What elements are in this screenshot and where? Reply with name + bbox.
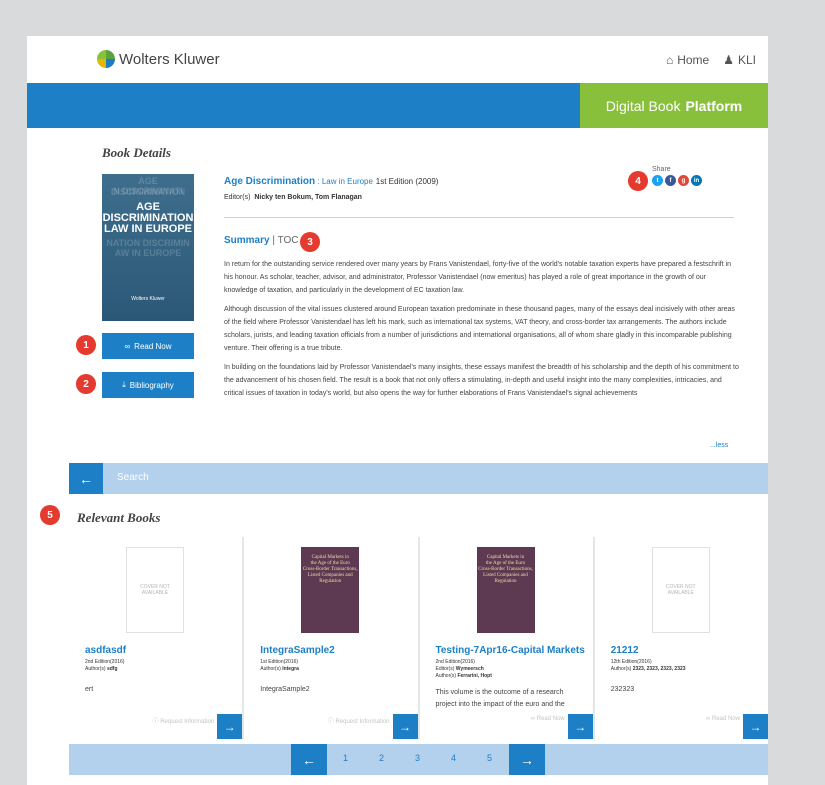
tab-summary[interactable]: Summary xyxy=(224,235,270,246)
prev-page-button[interactable]: ← xyxy=(291,744,327,775)
book-card-meta: 2nd Edition(2016) Editor(s) Wymeersch Au… xyxy=(435,659,492,679)
info-icon: ⓘ xyxy=(327,719,334,725)
tab-toc[interactable]: TOC xyxy=(278,235,299,246)
page-link[interactable]: 1 xyxy=(343,753,348,763)
book-card-meta: 1st Edition(2016) Author(s) Integra xyxy=(260,659,299,672)
book-cover-thumbnail: Capital Markets in the Age of the Euro C… xyxy=(476,547,535,633)
book-card-description: IntegraSample2 xyxy=(260,686,310,693)
share-widget: Share t f g in xyxy=(652,166,702,186)
cover-title-line: LAW IN EUROPE xyxy=(103,223,192,235)
book-cover[interactable]: AGE DISCRIMINATION N DISCRIMINATI AGE DI… xyxy=(102,174,194,321)
cover-placeholder: COVER NOT AVAILABLE xyxy=(126,547,184,633)
brand-name: Wolters Kluwer xyxy=(119,50,220,68)
request-information-link[interactable]: ⓘ Request Information xyxy=(153,716,215,725)
home-icon: ⌂ xyxy=(665,53,674,67)
divider xyxy=(224,217,734,218)
book-title-line: Age Discrimination : Law in Europe 1st E… xyxy=(224,176,439,187)
summary-paragraph: Although discussion of the vital issues … xyxy=(224,306,735,352)
read-now-link[interactable]: ∞ Read Now xyxy=(706,716,740,722)
callout-badge: 3 xyxy=(300,232,320,252)
read-now-button[interactable]: ∞ Read Now xyxy=(102,333,194,359)
glasses-icon: ∞ xyxy=(530,716,536,722)
header-band: Digital Book Platform xyxy=(27,83,768,128)
callout-badge: 4 xyxy=(628,171,648,191)
arrow-right-icon: → xyxy=(399,719,411,734)
bibliography-button[interactable]: ⤓ Bibliography xyxy=(102,372,194,398)
book-card-title[interactable]: asdfasdf xyxy=(85,645,126,656)
book-card-meta: 2nd Edition(2016) Author(s) sdfg xyxy=(85,659,125,672)
book-card[interactable]: COVER NOT AVAILABLE asdfasdf 2nd Edition… xyxy=(69,537,243,739)
cover-placeholder: COVER NOT AVAILABLE xyxy=(651,547,710,633)
arrow-right-icon: → xyxy=(749,719,762,734)
page-link[interactable]: 3 xyxy=(415,753,420,763)
arrow-right-icon: → xyxy=(223,719,236,734)
top-nav: ⌂ Home ♟ KLI xyxy=(666,53,756,67)
book-title[interactable]: Age Discrimination xyxy=(224,176,315,187)
book-details-heading: Book Details xyxy=(102,145,171,160)
linkedin-icon[interactable]: in xyxy=(691,175,702,186)
top-bar: Wolters Kluwer ⌂ Home ♟ KLI xyxy=(27,36,768,83)
arrow-left-icon: ← xyxy=(302,751,316,768)
book-card[interactable]: Capital Markets in the Age of the Euro C… xyxy=(419,537,593,739)
back-arrow-button[interactable]: ← xyxy=(69,463,103,494)
book-card-description: This volume is the outcome of a research… xyxy=(435,689,565,708)
book-card-title[interactable]: Testing-7Apr16-Capital Markets xyxy=(436,645,585,656)
twitter-icon[interactable]: t xyxy=(652,175,663,186)
relevant-books-heading: Relevant Books xyxy=(77,510,161,525)
book-card[interactable]: COVER NOT AVAILABLE 21212 12th Edition(2… xyxy=(594,537,768,739)
book-editors: Editor(s) Nicky ten Bokum, Tom Flanagan xyxy=(224,194,362,201)
next-page-button[interactable]: → xyxy=(509,744,545,775)
read-now-link[interactable]: ∞ Read Now xyxy=(531,716,565,722)
glasses-icon: ∞ xyxy=(706,716,711,722)
relevant-books-list: COVER NOT AVAILABLE asdfasdf 2nd Edition… xyxy=(69,537,768,739)
facebook-icon[interactable]: f xyxy=(665,175,676,186)
request-information-link[interactable]: ⓘ Request Information xyxy=(328,716,390,725)
arrow-left-icon: ← xyxy=(79,470,93,487)
book-card-title[interactable]: 21212 xyxy=(611,645,639,656)
brand-logo[interactable]: Wolters Kluwer xyxy=(97,50,220,68)
book-series-link[interactable]: Law in Europe xyxy=(322,177,373,186)
summary-paragraph: In building on the foundations laid by P… xyxy=(224,364,739,397)
wolters-kluwer-logo-icon xyxy=(97,50,115,68)
nav-home-link[interactable]: ⌂ Home xyxy=(666,53,709,67)
page-link[interactable]: 4 xyxy=(451,753,456,763)
search-link[interactable]: Search xyxy=(117,472,149,483)
open-book-button[interactable]: → xyxy=(392,714,418,739)
book-cover-thumbnail: Capital Markets in the Age of the Euro C… xyxy=(301,547,360,633)
open-book-button[interactable]: → xyxy=(567,714,593,739)
google-plus-icon[interactable]: g xyxy=(678,175,689,186)
book-card-description: ert xyxy=(85,686,94,693)
less-link[interactable]: ...less xyxy=(710,442,728,449)
callout-badge: 2 xyxy=(76,374,96,394)
callout-badge: 1 xyxy=(76,335,96,355)
book-card-meta: 12th Edition(2016) Author(s) 2323, 2323,… xyxy=(610,659,686,672)
platform-title: Digital Book Platform xyxy=(580,83,768,128)
page-frame: Wolters Kluwer ⌂ Home ♟ KLI Digital Book Pl… xyxy=(27,36,768,785)
book-card[interactable]: Capital Markets in the Age of the Euro C… xyxy=(244,537,418,739)
page-link[interactable]: 5 xyxy=(487,753,492,763)
arrow-right-icon: → xyxy=(574,719,587,734)
share-label: Share xyxy=(652,166,671,173)
glasses-icon: ∞ xyxy=(124,341,131,351)
user-icon: ♟ xyxy=(723,53,734,67)
nav-user-link[interactable]: ♟ KLI xyxy=(723,53,756,67)
info-icon: ⓘ xyxy=(152,719,159,725)
search-bar: ← Search xyxy=(69,463,768,494)
summary-paragraph: In return for the outstanding service re… xyxy=(224,261,732,294)
book-edition: 1st Edition (2009) xyxy=(375,177,439,186)
download-icon: ⤓ xyxy=(122,380,126,389)
callout-badge: 5 xyxy=(40,505,60,525)
arrow-right-icon: → xyxy=(520,751,534,768)
pagination: ← 1 2 3 4 5 → xyxy=(69,744,768,775)
book-card-title[interactable]: IntegraSample2 xyxy=(260,645,334,656)
summary-text: In return for the outstanding service re… xyxy=(224,258,741,406)
page-link[interactable]: 2 xyxy=(379,753,384,763)
book-card-description: 232323 xyxy=(610,686,635,693)
detail-tabs: Summary | TOC xyxy=(224,235,299,246)
open-book-button[interactable]: → xyxy=(217,714,243,739)
cover-watermark: AW IN EUROPE xyxy=(114,248,182,258)
cover-publisher: Wolters Kluwer xyxy=(131,296,165,302)
open-book-button[interactable]: → xyxy=(743,714,768,739)
cover-watermark: N DISCRIMINATI xyxy=(113,186,183,196)
